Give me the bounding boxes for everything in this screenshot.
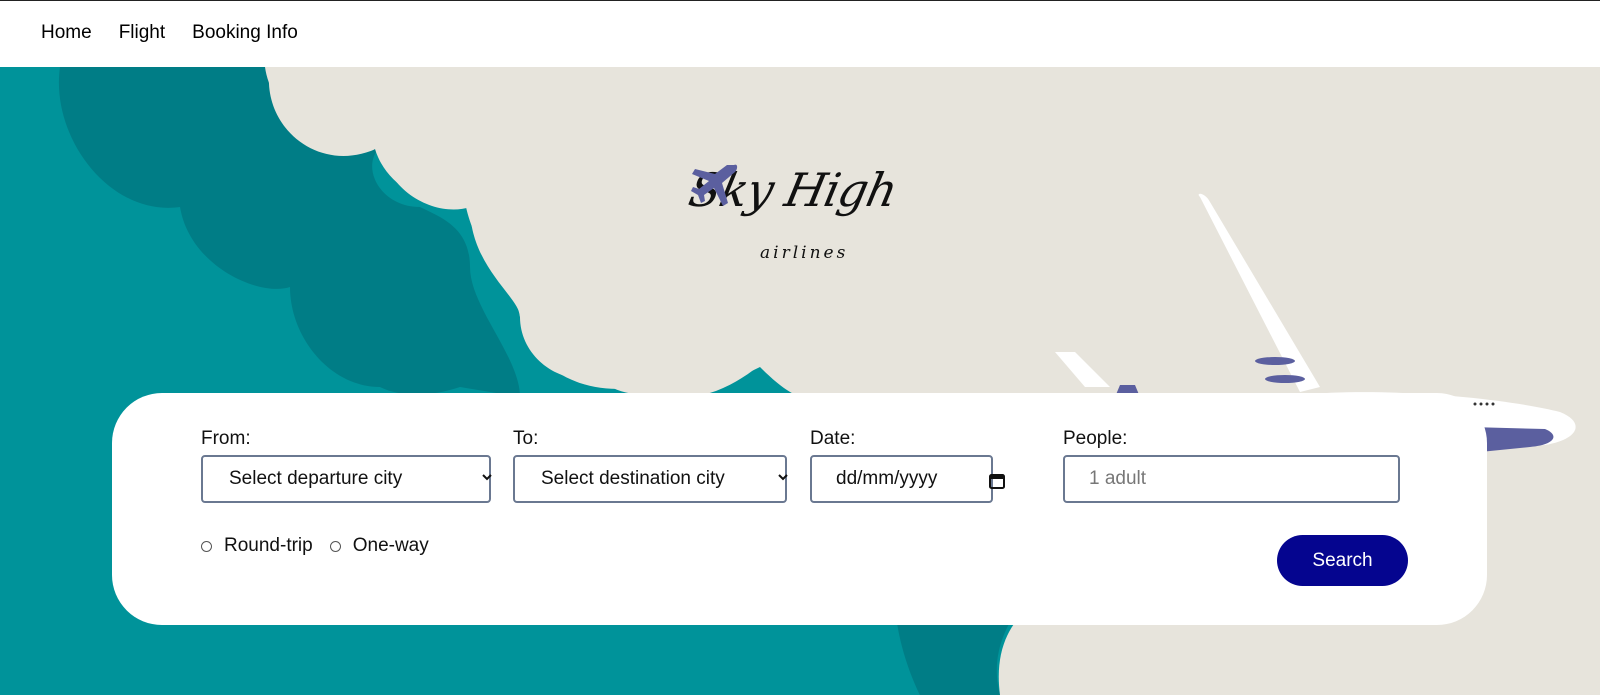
people-label: People:: [1063, 428, 1128, 449]
destination-city-select[interactable]: Select destination city: [513, 455, 788, 503]
search-button[interactable]: Search: [1277, 535, 1408, 586]
nav-home-link[interactable]: Home: [41, 22, 92, 44]
date-input[interactable]: dd/mm/yyyy: [810, 455, 1005, 503]
one-way-radio[interactable]: [329, 540, 341, 552]
logo-subtitle: airlines: [760, 243, 849, 263]
from-label: From:: [201, 428, 251, 449]
nav-flight-link[interactable]: Flight: [119, 22, 165, 44]
round-trip-radio[interactable]: [201, 540, 212, 552]
to-label: To:: [513, 428, 539, 449]
main-nav: Home Flight Booking Info: [41, 22, 325, 44]
nav-booking-info-link[interactable]: Booking Info: [192, 22, 298, 44]
date-placeholder: dd/mm/yyyy: [836, 468, 938, 489]
destination-city-value: Select destination city: [541, 468, 725, 489]
sky-high-logo: Sky High airlines: [684, 163, 950, 273]
people-placeholder: 1 adult: [1089, 468, 1147, 489]
date-label: Date:: [810, 428, 856, 449]
departure-city-select[interactable]: Select departure city: [201, 455, 492, 503]
one-way-label[interactable]: One-way: [353, 535, 429, 557]
hero-banner: Sky High airlines From: Select departure…: [0, 67, 1600, 695]
trip-type-options: Round-trip One-way: [201, 535, 446, 557]
flight-search-form: From: Select departure city To: Select d…: [112, 393, 1487, 625]
top-navigation-bar: Home Flight Booking Info: [0, 0, 1600, 67]
round-trip-label[interactable]: Round-trip: [224, 535, 313, 557]
airplane-icon: [691, 164, 738, 206]
departure-city-value: Select departure city: [229, 468, 403, 489]
people-input[interactable]: 1 adult: [1063, 455, 1400, 503]
